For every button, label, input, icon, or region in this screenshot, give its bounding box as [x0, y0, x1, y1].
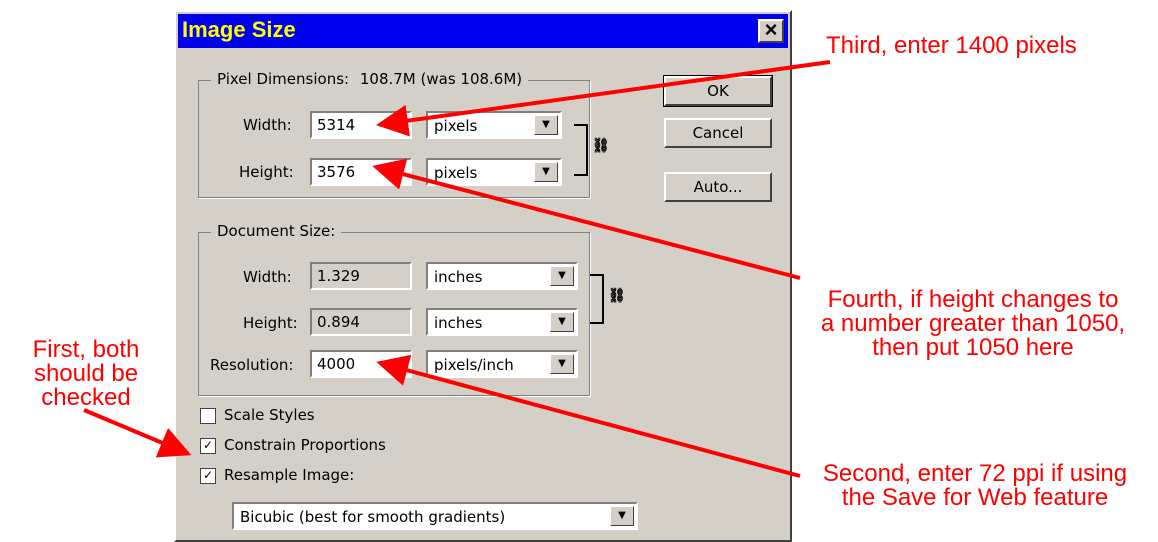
arrow-third: [376, 60, 831, 137]
arrow-second: [376, 354, 801, 478]
annotation-arrows: [83, 60, 831, 478]
arrow-fourth: [372, 158, 801, 280]
arrow-first: [83, 408, 192, 458]
